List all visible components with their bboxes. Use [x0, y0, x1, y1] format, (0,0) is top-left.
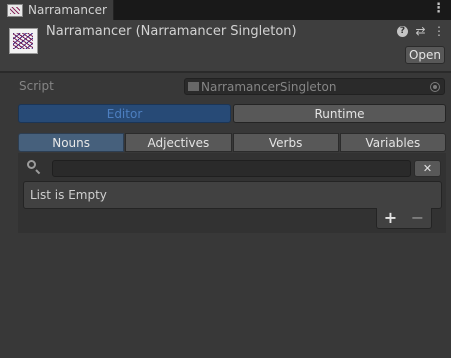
more-vert-icon[interactable]: ⋮	[433, 25, 445, 37]
script-object-field[interactable]: NarramancerSingleton	[184, 78, 445, 95]
remove-item-button[interactable]: −	[411, 210, 424, 226]
editor-tab-bar: Narramancer ⋮	[0, 0, 451, 20]
divider	[0, 72, 451, 73]
runtime-toggle-button[interactable]: Runtime	[233, 104, 446, 123]
script-label: Script	[19, 79, 54, 93]
tab-title: Narramancer	[28, 3, 107, 17]
script-value: NarramancerSingleton	[201, 79, 337, 94]
header-icon-group: ? ⇄ ⋮	[397, 25, 445, 37]
category-tabs: Nouns Adjectives Verbs Variables	[18, 133, 446, 152]
add-item-button[interactable]: +	[384, 210, 397, 226]
list-body: List is Empty	[23, 181, 442, 209]
list-footer: + −	[376, 208, 432, 229]
narramancer-preview-icon	[9, 28, 38, 54]
tab-adjectives[interactable]: Adjectives	[125, 133, 232, 152]
script-file-icon	[188, 82, 199, 91]
help-icon[interactable]: ?	[397, 25, 408, 37]
editor-toggle-button[interactable]: Editor	[18, 104, 231, 123]
object-picker-icon[interactable]	[430, 82, 440, 92]
tab-verbs[interactable]: Verbs	[232, 133, 339, 152]
search-input[interactable]	[52, 160, 411, 177]
inspector-header: Narramancer (Narramancer Singleton) ? ⇄ …	[0, 20, 451, 72]
kebab-menu-icon[interactable]: ⋮	[432, 2, 445, 16]
clear-search-button[interactable]: ✕	[414, 160, 441, 177]
mode-toggle: Editor Runtime	[18, 104, 446, 123]
search-icon	[27, 160, 36, 169]
empty-list-message: List is Empty	[30, 188, 107, 202]
tab-nouns[interactable]: Nouns	[18, 133, 125, 152]
narramancer-asset-icon	[7, 3, 23, 17]
open-button[interactable]: Open	[405, 46, 445, 64]
tab-variables[interactable]: Variables	[339, 133, 446, 152]
settings-sliders-icon[interactable]: ⇄	[415, 25, 426, 37]
object-title: Narramancer (Narramancer Singleton)	[46, 24, 297, 39]
nouns-list-panel: ✕ List is Empty + −	[18, 153, 446, 233]
inspector-tab[interactable]: Narramancer	[0, 0, 114, 20]
